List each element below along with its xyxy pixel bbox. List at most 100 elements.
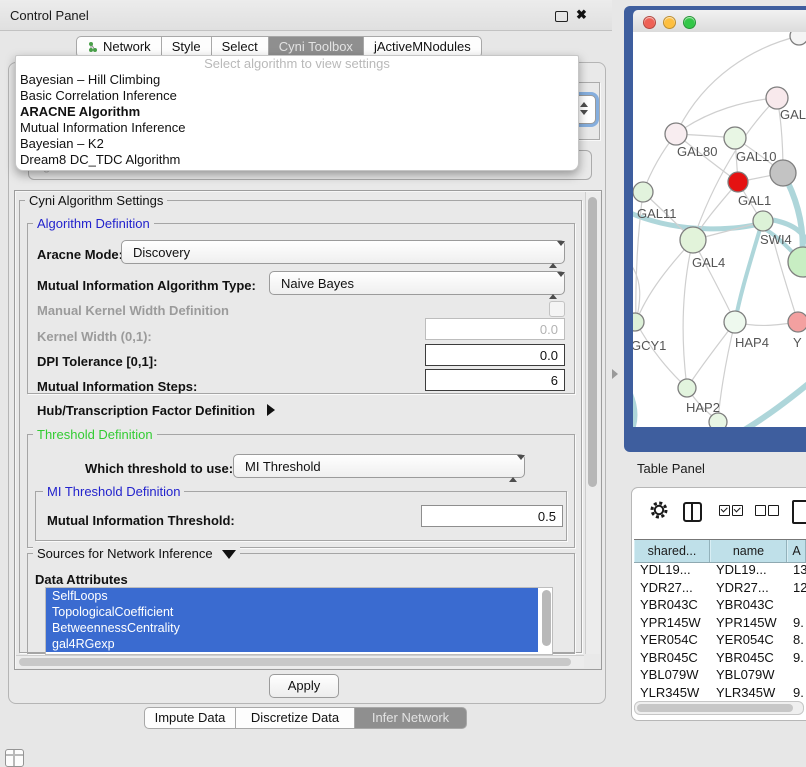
network-edge[interactable] <box>735 222 762 322</box>
tab-discretize-data[interactable]: Discretize Data <box>235 707 355 729</box>
apply-button[interactable]: Apply <box>269 674 339 698</box>
dpi-tolerance-field[interactable]: 0.0 <box>425 344 565 366</box>
kernel-width-label: Kernel Width (0,1): <box>37 329 152 344</box>
select-all-checkbox-icon[interactable] <box>719 505 730 516</box>
deselect-checkbox-icon[interactable] <box>755 505 766 516</box>
attribute-list-item[interactable]: SelfLoops <box>46 588 538 604</box>
attribute-list-item[interactable]: TopologicalCoefficient <box>46 604 538 620</box>
network-edge[interactable] <box>676 98 777 134</box>
node-label: GAL80 <box>677 144 717 159</box>
threshold-definition-title: Threshold Definition <box>33 427 157 442</box>
algorithm-definition-title: Algorithm Definition <box>33 216 154 231</box>
network-node[interactable] <box>724 311 746 333</box>
document-icon[interactable] <box>792 500 806 524</box>
aracne-mode-combo[interactable]: Discovery <box>121 240 565 264</box>
scrollbar-thumb[interactable] <box>637 704 793 712</box>
kernel-width-field[interactable]: 0.0 <box>425 318 565 340</box>
table-row[interactable]: YBR043CYBR043C <box>634 596 806 614</box>
network-node[interactable] <box>724 127 746 149</box>
table-cell <box>787 666 806 684</box>
combo-stepper-icon <box>580 102 588 115</box>
columns-icon[interactable] <box>683 502 702 522</box>
close-traffic-light-icon[interactable] <box>643 16 656 29</box>
attribute-list-item[interactable]: BetweennessCentrality <box>46 620 538 636</box>
mi-algorithm-type-combo[interactable]: Naive Bayes <box>269 271 565 295</box>
float-window-icon[interactable] <box>555 11 568 22</box>
mi-threshold-field[interactable]: 0.5 <box>421 505 563 527</box>
panel-splitter-icon[interactable] <box>612 369 618 379</box>
table-row[interactable]: YLR345WYLR345W9. <box>634 684 806 702</box>
network-node[interactable] <box>766 87 788 109</box>
network-edge[interactable] <box>636 322 687 388</box>
manual-kernel-width-checkbox[interactable] <box>549 301 565 317</box>
network-node[interactable] <box>709 413 727 427</box>
combo-stepper-icon <box>549 277 557 295</box>
column-header-partial[interactable]: A <box>787 540 806 562</box>
table-row[interactable]: YDL19...YDL19...13 <box>634 561 806 579</box>
close-icon[interactable]: ✖ <box>576 7 587 23</box>
settings-horizontal-scrollbar[interactable] <box>16 655 584 668</box>
which-threshold-label: Which threshold to use: <box>85 461 233 476</box>
column-header-name[interactable]: name <box>710 540 787 562</box>
network-canvas[interactable]: GALGAL80GAL10GAL1GAL11SWI4GAL4GCY1HAP4YH… <box>633 32 806 427</box>
table-cell: YBR043C <box>710 596 787 614</box>
network-node[interactable] <box>790 32 806 45</box>
settings-vertical-scrollbar[interactable] <box>585 192 600 654</box>
table-cell: YDL19... <box>710 561 787 579</box>
dropdown-item[interactable]: Basic Correlation Inference <box>16 88 578 104</box>
network-edge[interactable] <box>633 382 635 427</box>
table-cell: 9. <box>787 684 806 702</box>
control-panel-titlebar: Control Panel ✖ <box>0 0 612 31</box>
combo-stepper-icon <box>509 460 517 478</box>
mi-threshold-definition-title: MI Threshold Definition <box>43 484 184 499</box>
network-node[interactable] <box>788 312 806 332</box>
attribute-list-item[interactable]: gal4RGexp <box>46 636 538 652</box>
network-node[interactable] <box>728 172 748 192</box>
which-threshold-combo[interactable]: MI Threshold <box>233 454 525 478</box>
network-node[interactable] <box>665 123 687 145</box>
table-row[interactable]: YDR27...YDR27...12 <box>634 579 806 597</box>
column-header-shared[interactable]: shared... <box>634 540 710 562</box>
node-label: GAL10 <box>736 149 776 164</box>
table-row[interactable]: YBL079WYBL079W <box>634 666 806 684</box>
zoom-traffic-light-icon[interactable] <box>683 16 696 29</box>
hub-definition-expander[interactable]: Hub/Transcription Factor Definition <box>37 403 275 418</box>
network-node[interactable] <box>678 379 696 397</box>
node-label: HAP2 <box>686 400 720 415</box>
minimize-traffic-light-icon[interactable] <box>663 16 676 29</box>
deselect-checkbox-icon[interactable] <box>768 505 779 516</box>
node-label: GAL4 <box>692 255 725 270</box>
list-scrollbar-thumb[interactable] <box>542 590 551 646</box>
data-attributes-list[interactable]: SelfLoopsTopologicalCoefficientBetweenne… <box>45 587 553 655</box>
network-edge[interactable] <box>636 240 693 322</box>
table-row[interactable]: YER054CYER054C8. <box>634 631 806 649</box>
network-edge[interactable] <box>693 240 735 322</box>
scrollbar-thumb[interactable] <box>588 197 597 487</box>
table-cell: YLR345W <box>634 684 710 702</box>
network-node[interactable] <box>680 227 706 253</box>
tab-impute-data[interactable]: Impute Data <box>144 707 236 729</box>
network-node[interactable] <box>633 313 644 331</box>
dropdown-item[interactable]: Bayesian – Hill Climbing <box>16 72 578 88</box>
network-edge[interactable] <box>718 322 735 420</box>
network-node[interactable] <box>633 182 653 202</box>
network-window-titlebar[interactable] <box>633 10 806 33</box>
scrollbar-thumb[interactable] <box>19 658 571 666</box>
dropdown-item[interactable]: Mutual Information Inference <box>16 120 578 136</box>
network-edge[interactable] <box>741 380 806 427</box>
network-node[interactable] <box>753 211 773 231</box>
grid-corner-icon[interactable] <box>5 749 24 767</box>
table-cell: YPR145W <box>634 614 710 632</box>
dropdown-item[interactable]: Dream8 DC_TDC Algorithm <box>16 152 578 168</box>
table-row[interactable]: YPR145WYPR145W9. <box>634 614 806 632</box>
table-row[interactable]: YBR045CYBR045C9. <box>634 649 806 667</box>
which-threshold-value: MI Threshold <box>245 459 321 474</box>
table-horizontal-scrollbar[interactable] <box>634 701 804 715</box>
gear-icon[interactable] <box>649 500 669 520</box>
dropdown-item[interactable]: ARACNE Algorithm <box>16 104 578 120</box>
sources-group-title[interactable]: Sources for Network Inference <box>33 546 240 561</box>
tab-infer-network[interactable]: Infer Network <box>354 707 467 729</box>
mi-steps-field[interactable]: 6 <box>425 369 565 391</box>
select-all-checkbox-icon[interactable] <box>732 505 743 516</box>
dropdown-item[interactable]: Bayesian – K2 <box>16 136 578 152</box>
